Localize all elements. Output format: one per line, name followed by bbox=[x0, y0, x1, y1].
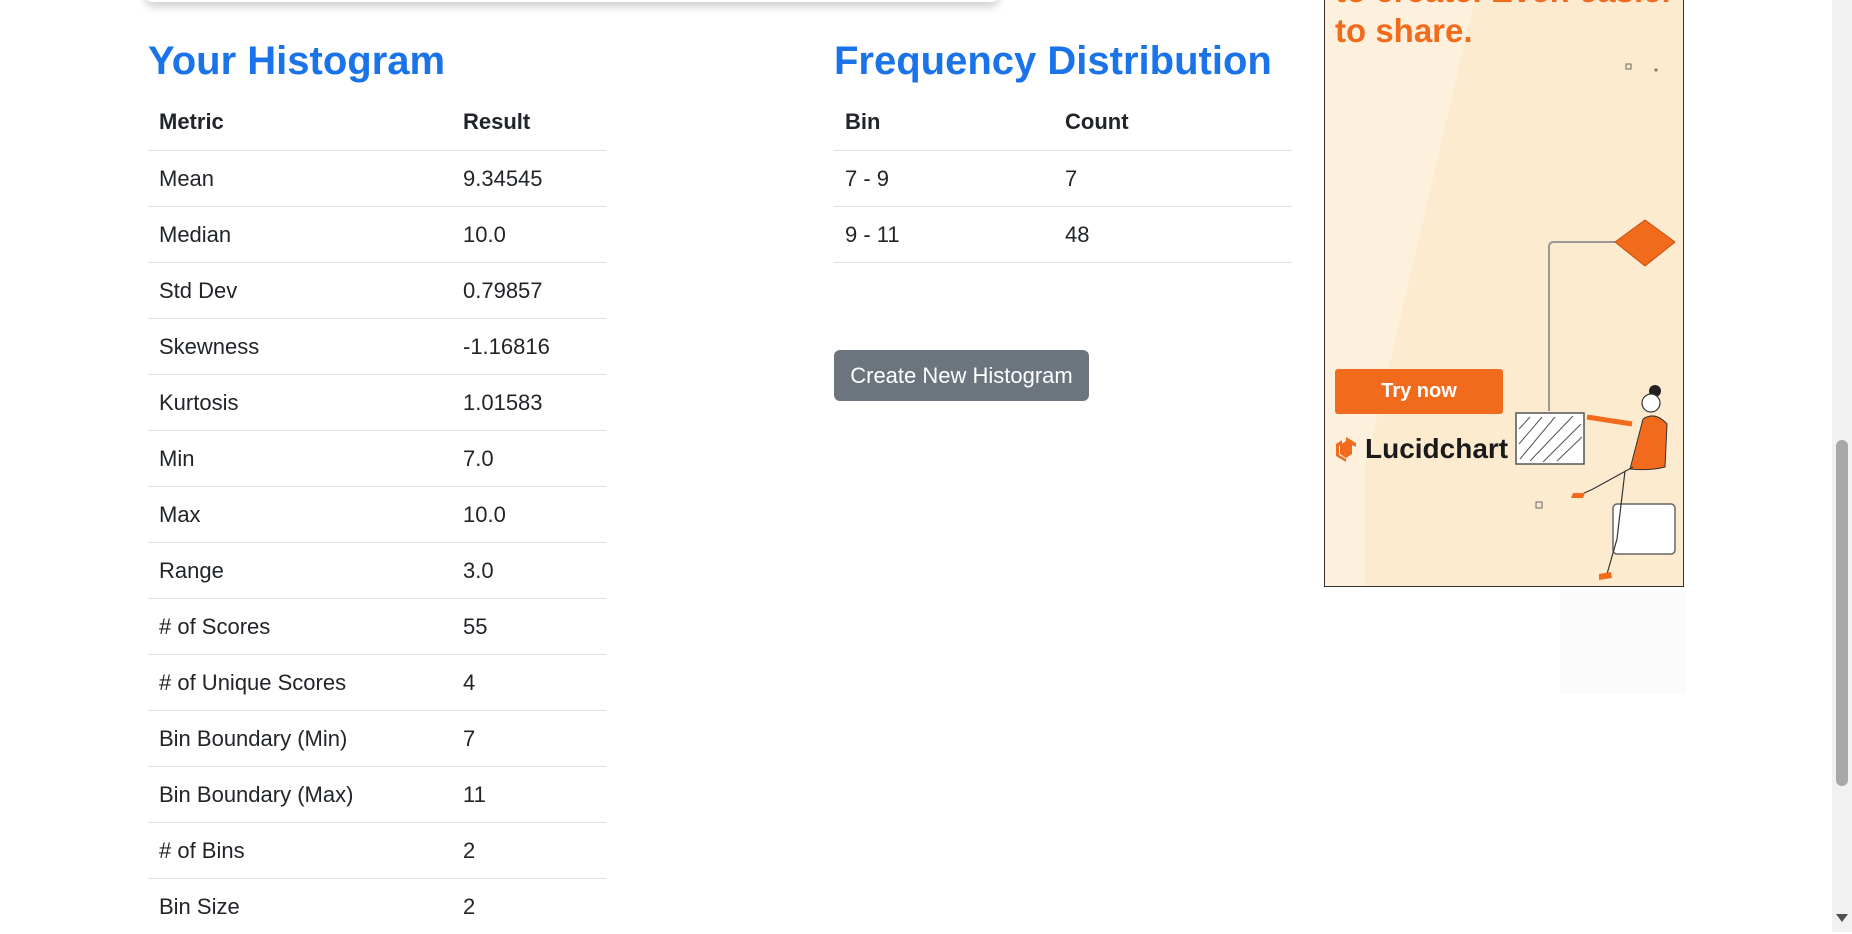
histogram-heading: Your Histogram bbox=[148, 37, 445, 85]
metric-value: 11 bbox=[452, 767, 606, 823]
metric-name: # of Unique Scores bbox=[148, 655, 452, 711]
table-row: 7 - 97 bbox=[834, 151, 1292, 207]
table-header-row: Bin Count bbox=[834, 94, 1292, 151]
metric-name: Skewness bbox=[148, 319, 452, 375]
metric-value: 55 bbox=[452, 599, 606, 655]
metric-name: Median bbox=[148, 207, 452, 263]
bin-range: 9 - 11 bbox=[834, 207, 1054, 263]
vertical-scrollbar[interactable] bbox=[1832, 0, 1852, 932]
ad-brand: Lucidchart bbox=[1333, 433, 1508, 465]
histogram-stats-table: Metric Result Mean9.34545 Median10.0 Std… bbox=[148, 94, 606, 934]
table-row: Mean9.34545 bbox=[148, 151, 606, 207]
ad-try-now-button[interactable]: Try now bbox=[1335, 369, 1503, 414]
scroll-down-arrow-icon[interactable] bbox=[1836, 914, 1848, 922]
table-row: # of Unique Scores4 bbox=[148, 655, 606, 711]
table-row: Max10.0 bbox=[148, 487, 606, 543]
metric-name: Kurtosis bbox=[148, 375, 452, 431]
column-header-count: Count bbox=[1054, 94, 1292, 151]
metric-name: # of Scores bbox=[148, 599, 452, 655]
frequency-heading: Frequency Distribution bbox=[834, 37, 1272, 85]
table-row: # of Bins2 bbox=[148, 823, 606, 879]
table-row: Skewness-1.16816 bbox=[148, 319, 606, 375]
scrollbar-thumb[interactable] bbox=[1836, 440, 1848, 786]
frequency-table: Bin Count 7 - 97 9 - 1148 bbox=[834, 94, 1292, 263]
table-row: Range3.0 bbox=[148, 543, 606, 599]
metric-name: Min bbox=[148, 431, 452, 487]
metric-value: 4 bbox=[452, 655, 606, 711]
table-row: Min7.0 bbox=[148, 431, 606, 487]
ad-illustration bbox=[1325, 0, 1683, 586]
metric-name: Bin Boundary (Min) bbox=[148, 711, 452, 767]
table-row: 9 - 1148 bbox=[834, 207, 1292, 263]
metric-name: Bin Size bbox=[148, 879, 452, 934]
column-header-bin: Bin bbox=[834, 94, 1054, 151]
bin-range: 7 - 9 bbox=[834, 151, 1054, 207]
metric-value: 0.79857 bbox=[452, 263, 606, 319]
metric-value: 1.01583 bbox=[452, 375, 606, 431]
metric-value: 9.34545 bbox=[452, 151, 606, 207]
table-row: Median10.0 bbox=[148, 207, 606, 263]
metric-name: Max bbox=[148, 487, 452, 543]
table-row: Std Dev0.79857 bbox=[148, 263, 606, 319]
table-row: # of Scores55 bbox=[148, 599, 606, 655]
metric-value: 7.0 bbox=[452, 431, 606, 487]
metric-name: # of Bins bbox=[148, 823, 452, 879]
metric-value: -1.16816 bbox=[452, 319, 606, 375]
column-header-result: Result bbox=[452, 94, 606, 151]
metric-value: 2 bbox=[452, 823, 606, 879]
metric-name: Range bbox=[148, 543, 452, 599]
create-new-histogram-button[interactable]: Create New Histogram bbox=[834, 350, 1089, 401]
metric-value: 10.0 bbox=[452, 487, 606, 543]
ad-headline: to create. Even easier to share. bbox=[1335, 0, 1675, 51]
metric-name: Mean bbox=[148, 151, 452, 207]
table-row: Kurtosis1.01583 bbox=[148, 375, 606, 431]
bin-count: 7 bbox=[1054, 151, 1292, 207]
metric-value: 7 bbox=[452, 711, 606, 767]
metric-value: 2 bbox=[452, 879, 606, 934]
metric-name: Bin Boundary (Max) bbox=[148, 767, 452, 823]
ad-brand-name: Lucidchart bbox=[1365, 433, 1508, 465]
metric-value: 3.0 bbox=[452, 543, 606, 599]
ad-shadow bbox=[1560, 590, 1686, 694]
table-row: Bin Boundary (Min)7 bbox=[148, 711, 606, 767]
table-row: Bin Size2 bbox=[148, 879, 606, 934]
bin-count: 48 bbox=[1054, 207, 1292, 263]
metric-value: 10.0 bbox=[452, 207, 606, 263]
column-header-metric: Metric bbox=[148, 94, 452, 151]
table-row: Bin Boundary (Max)11 bbox=[148, 767, 606, 823]
lucidchart-logo-icon bbox=[1333, 435, 1359, 463]
card-shadow-edge bbox=[146, 0, 998, 2]
table-header-row: Metric Result bbox=[148, 94, 606, 151]
advertisement-banner[interactable]: to create. Even easier to share. Try now… bbox=[1324, 0, 1684, 587]
metric-name: Std Dev bbox=[148, 263, 452, 319]
